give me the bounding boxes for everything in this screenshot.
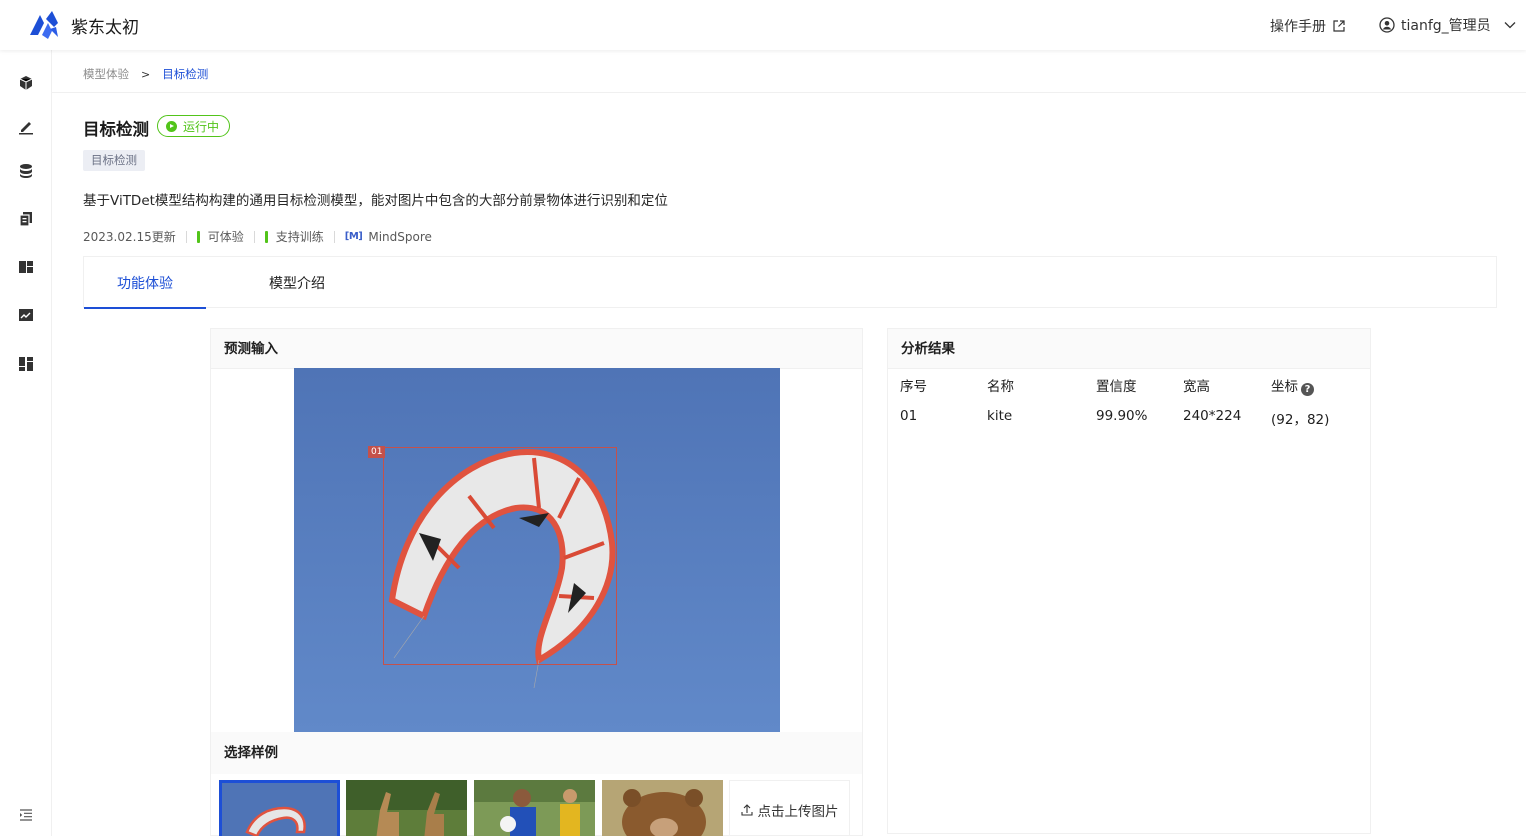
page-title: 目标检测 bbox=[83, 120, 149, 139]
header-divider bbox=[52, 92, 1526, 93]
tab-label: 功能体验 bbox=[117, 275, 173, 292]
chart-icon[interactable] bbox=[17, 306, 35, 324]
breadcrumb-current: 目标检测 bbox=[162, 67, 209, 81]
meta-divider bbox=[333, 230, 335, 243]
manual-label: 操作手册 bbox=[1270, 19, 1326, 35]
tab-experience[interactable]: 功能体验 bbox=[84, 257, 206, 309]
feature-bar bbox=[196, 230, 200, 243]
dashboard-icon[interactable] bbox=[17, 258, 35, 276]
prediction-input-panel: 预测输入 01 选择样例 点击上传图片 bbox=[210, 328, 863, 836]
column-header: 置信度 bbox=[1096, 379, 1137, 395]
brand-name: 紫东太初 bbox=[71, 18, 139, 38]
meta-divider bbox=[185, 230, 187, 243]
database-icon[interactable] bbox=[17, 162, 35, 180]
result-size: 240*224 bbox=[1183, 408, 1242, 424]
breadcrumb-separator: > bbox=[141, 67, 151, 81]
sample-thumbnail-kite[interactable] bbox=[219, 780, 340, 836]
mindspore-logo: [M] bbox=[344, 231, 363, 242]
sample-thumbnail-soccer[interactable] bbox=[474, 780, 595, 836]
detection-label: 01 bbox=[368, 446, 386, 458]
model-tag: 目标检测 bbox=[83, 150, 145, 171]
feature-train: 支持训练 bbox=[275, 230, 324, 244]
manual-link[interactable]: 操作手册 bbox=[1270, 16, 1345, 36]
sample-thumbnail-bear[interactable] bbox=[602, 780, 723, 836]
model-description: 基于ViTDet模型结构构建的通用目标检测模型，能对图片中包含的大部分前景物体进… bbox=[83, 193, 668, 209]
input-panel-title: 预测输入 bbox=[211, 329, 862, 369]
breadcrumb-parent[interactable]: 模型体验 bbox=[83, 66, 129, 82]
sidebar bbox=[0, 50, 52, 836]
tab-label: 模型介绍 bbox=[269, 275, 325, 292]
samples-title: 选择样例 bbox=[211, 732, 862, 774]
detection-bounding-box: 01 bbox=[368, 446, 617, 665]
column-header-coords: 坐标? bbox=[1271, 375, 1314, 396]
upload-label: 点击上传图片 bbox=[757, 804, 839, 820]
help-icon[interactable]: ? bbox=[1301, 383, 1314, 396]
external-link-icon bbox=[1333, 20, 1345, 32]
updated-date: 2023.02.15更新 bbox=[83, 230, 176, 244]
result-index: 01 bbox=[900, 408, 918, 424]
layout-icon[interactable] bbox=[17, 355, 35, 373]
upload-image-button[interactable]: 点击上传图片 bbox=[729, 780, 850, 836]
play-icon bbox=[166, 120, 177, 132]
user-name: tianfg_管理员 bbox=[1401, 18, 1491, 34]
brand-logo[interactable] bbox=[28, 9, 60, 41]
tab-active-indicator bbox=[84, 307, 206, 309]
result-table-header: 序号 名称 置信度 宽高 坐标? bbox=[888, 375, 1370, 403]
model-meta: 2023.02.15更新 可体验 支持训练 [M] MindSpore bbox=[83, 228, 432, 245]
chevron-down-icon bbox=[1504, 22, 1516, 29]
tab-bar: 功能体验 模型介绍 bbox=[83, 256, 1497, 309]
menu-indent-icon[interactable] bbox=[17, 806, 35, 824]
status-label: 运行中 bbox=[183, 119, 220, 134]
upload-icon bbox=[740, 804, 753, 816]
status-badge: 运行中 bbox=[157, 115, 231, 137]
analysis-result-panel: 分析结果 序号 名称 置信度 宽高 坐标? 01 kite 99.90% 240… bbox=[887, 328, 1371, 834]
result-coords: (92，82) bbox=[1271, 412, 1330, 428]
column-header: 宽高 bbox=[1183, 379, 1210, 395]
cube-icon[interactable] bbox=[17, 74, 35, 92]
column-header: 序号 bbox=[900, 379, 927, 395]
user-menu[interactable]: tianfg_管理员 bbox=[1379, 15, 1517, 35]
result-confidence: 99.90% bbox=[1096, 408, 1148, 424]
framework-name: MindSpore bbox=[368, 229, 432, 244]
top-bar: 紫东太初 操作手册 tianfg_管理员 bbox=[0, 0, 1526, 50]
sample-thumbnail-giraffes[interactable] bbox=[346, 780, 467, 836]
result-name: kite bbox=[987, 408, 1013, 424]
meta-divider bbox=[253, 230, 255, 243]
breadcrumb: 模型体验 > 目标检测 bbox=[83, 66, 208, 82]
result-panel-title: 分析结果 bbox=[888, 329, 1370, 369]
feature-try: 可体验 bbox=[207, 230, 244, 244]
feature-bar bbox=[264, 230, 268, 243]
tab-introduction[interactable]: 模型介绍 bbox=[236, 257, 358, 308]
pen-icon[interactable] bbox=[17, 118, 35, 136]
column-header: 名称 bbox=[987, 379, 1014, 395]
user-icon bbox=[1379, 17, 1395, 33]
table-row: 01 kite 99.90% 240*224 (92，82) bbox=[888, 408, 1370, 436]
copy-icon[interactable] bbox=[17, 210, 35, 228]
prediction-image: 01 bbox=[294, 368, 780, 732]
column-header: 坐标 bbox=[1271, 379, 1298, 395]
